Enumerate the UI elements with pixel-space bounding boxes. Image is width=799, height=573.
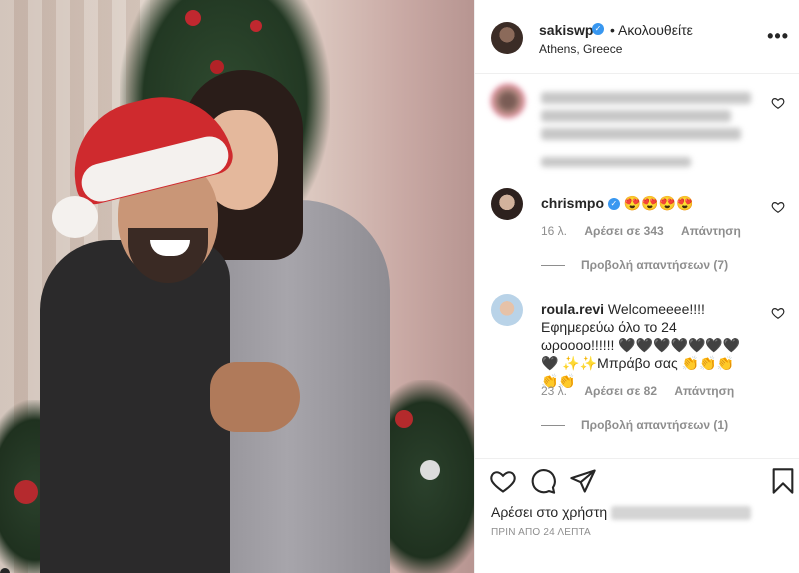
- like-comment-heart-icon[interactable]: [771, 96, 785, 110]
- replies-divider: [541, 425, 565, 427]
- avatar[interactable]: [491, 188, 523, 220]
- liked-by-summary[interactable]: Αρέσει στο χρήστη: [491, 504, 752, 521]
- ornament: [395, 410, 413, 428]
- like-comment-heart-icon[interactable]: [771, 200, 785, 214]
- replies-divider: [541, 265, 565, 267]
- list-item: roula.revi Welcomeeee!!!! Εφημερεύω όλο …: [491, 294, 787, 444]
- blurred-comment-meta: [541, 156, 705, 170]
- verified-badge-icon: ✓: [592, 23, 604, 35]
- view-replies-label: Προβολή απαντήσεων (1): [581, 418, 729, 432]
- avatar[interactable]: [491, 22, 523, 54]
- ornament: [210, 60, 224, 74]
- post-photo[interactable]: [0, 0, 474, 573]
- ornament: [14, 480, 38, 504]
- view-replies-button[interactable]: Προβολή απαντήσεων (1): [541, 418, 728, 432]
- avatar[interactable]: [491, 84, 525, 118]
- reply-button[interactable]: Απάντηση: [674, 384, 734, 398]
- post-side-panel: sakiswp ✓ • Ακολουθείτε Athens, Greece •…: [474, 0, 799, 573]
- comment-icon[interactable]: [529, 467, 557, 495]
- avatar[interactable]: [491, 294, 523, 326]
- comment-time[interactable]: 16 λ.: [541, 224, 567, 238]
- comments-list: chrismpo ✓ 😍😍😍😍 16 λ. Αρέσει σε 343 Απάν…: [475, 74, 799, 458]
- ornament: [420, 460, 440, 480]
- list-item: [491, 84, 787, 174]
- verified-badge-icon: ✓: [607, 198, 620, 211]
- man-shirt: [40, 240, 230, 573]
- post-location[interactable]: Athens, Greece: [539, 42, 622, 56]
- reply-button[interactable]: Απάντηση: [681, 224, 741, 238]
- comment-body: 😍😍😍😍: [623, 195, 694, 211]
- view-replies-button[interactable]: Προβολή απαντήσεων (7): [541, 258, 728, 272]
- view-replies-label: Προβολή απαντήσεων (7): [581, 258, 729, 272]
- comment-meta: 23 λ. Αρέσει σε 82 Απάντηση: [541, 384, 748, 398]
- comment-time[interactable]: 23 λ.: [541, 384, 567, 398]
- loading-dot: [0, 568, 10, 573]
- like-comment-heart-icon[interactable]: [771, 306, 785, 320]
- more-options-icon[interactable]: •••: [767, 26, 789, 47]
- comment-text: roula.revi Welcomeeee!!!! Εφημερεύω όλο …: [541, 300, 741, 390]
- post-header: sakiswp ✓ • Ακολουθείτε Athens, Greece •…: [475, 0, 799, 74]
- man-hand: [210, 362, 300, 432]
- liked-by-label: Αρέσει στο χρήστη: [491, 504, 608, 520]
- santa-hat-pompom: [52, 196, 98, 238]
- comment-username[interactable]: roula.revi: [541, 301, 604, 317]
- post-timestamp[interactable]: ΠΡΙΝ ΑΠΟ 24 ΛΕΠΤΑ: [491, 527, 591, 538]
- comment-meta: 16 λ. Αρέσει σε 343 Απάντηση: [541, 224, 755, 238]
- heart-icon[interactable]: [489, 467, 517, 495]
- post-actions: Αρέσει στο χρήστη ΠΡΙΝ ΑΠΟ 24 ΛΕΠΤΑ: [475, 458, 799, 573]
- blurred-comment-text: [541, 90, 771, 144]
- share-icon[interactable]: [569, 467, 597, 495]
- following-status[interactable]: • Ακολουθείτε: [610, 22, 693, 38]
- comment-text: chrismpo ✓ 😍😍😍😍: [541, 194, 771, 212]
- post-author-username[interactable]: sakiswp: [539, 22, 593, 38]
- comment-username[interactable]: chrismpo: [541, 195, 604, 211]
- list-item: chrismpo ✓ 😍😍😍😍 16 λ. Αρέσει σε 343 Απάν…: [491, 188, 787, 278]
- bookmark-icon[interactable]: [769, 467, 797, 495]
- ornament: [185, 10, 201, 26]
- comment-likes[interactable]: Αρέσει σε 343: [584, 224, 663, 238]
- blurred-liked-by-name: [611, 506, 752, 521]
- comment-likes[interactable]: Αρέσει σε 82: [584, 384, 657, 398]
- ornament: [250, 20, 262, 32]
